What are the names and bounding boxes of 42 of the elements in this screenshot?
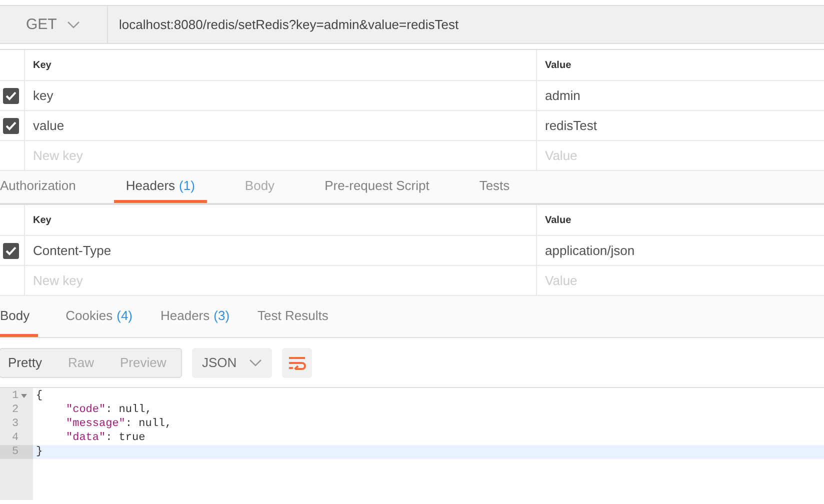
tab[interactable]: Test Results bbox=[258, 296, 328, 337]
code-line: "message": null, bbox=[65, 417, 172, 431]
key-cell[interactable]: value bbox=[33, 118, 64, 133]
code-line: "data": true bbox=[65, 431, 146, 445]
fold-arrow-icon[interactable] bbox=[20, 394, 27, 398]
view-mode-tab[interactable]: Preview bbox=[112, 348, 174, 376]
caret-icon bbox=[248, 358, 262, 366]
line-number: 5 bbox=[12, 445, 19, 459]
view-mode-tab[interactable]: Pretty bbox=[0, 348, 50, 376]
line-number: 4 bbox=[12, 431, 19, 445]
key-cell[interactable]: key bbox=[33, 88, 54, 103]
value-cell[interactable]: redisTest bbox=[545, 118, 598, 133]
tab[interactable]: Pre-request Script bbox=[312, 171, 442, 203]
format-dropdown[interactable]: JSON bbox=[192, 348, 272, 378]
tab[interactable]: Body bbox=[0, 296, 38, 337]
url-field[interactable]: localhost:8080/redis/setRedis?key=admin&value=redisTest bbox=[108, 6, 824, 43]
tab[interactable]: Authorization bbox=[0, 171, 88, 203]
tab[interactable]: Cookies (4) bbox=[66, 296, 132, 337]
code-line: { bbox=[36, 389, 43, 403]
column-header: Key bbox=[33, 60, 52, 70]
value-cell[interactable]: admin bbox=[545, 88, 580, 103]
value-cell[interactable]: application/json bbox=[545, 243, 635, 258]
column-header: Value bbox=[545, 60, 572, 70]
line-number: 1 bbox=[12, 389, 19, 403]
column-header: Value bbox=[545, 214, 572, 226]
tab[interactable]: Headers (1) bbox=[114, 171, 207, 203]
tab[interactable]: Headers (3) bbox=[160, 296, 230, 337]
checkbox[interactable] bbox=[3, 118, 19, 134]
caret-icon bbox=[66, 20, 80, 28]
tab[interactable]: Tests bbox=[467, 171, 522, 203]
view-mode-tab[interactable]: Raw bbox=[60, 348, 102, 376]
line-number: 3 bbox=[12, 417, 19, 431]
method-dropdown[interactable]: GET bbox=[0, 6, 108, 43]
line-number: 2 bbox=[12, 403, 19, 417]
key-cell[interactable]: Content-Type bbox=[33, 243, 112, 258]
wrap-lines-icon bbox=[288, 356, 306, 370]
checkbox[interactable] bbox=[3, 242, 19, 258]
wrap-lines-button[interactable] bbox=[282, 348, 312, 378]
code-line: "code": null, bbox=[65, 403, 152, 417]
code-line: } bbox=[36, 445, 43, 459]
column-header: Key bbox=[33, 214, 52, 226]
checkbox[interactable] bbox=[3, 88, 19, 104]
